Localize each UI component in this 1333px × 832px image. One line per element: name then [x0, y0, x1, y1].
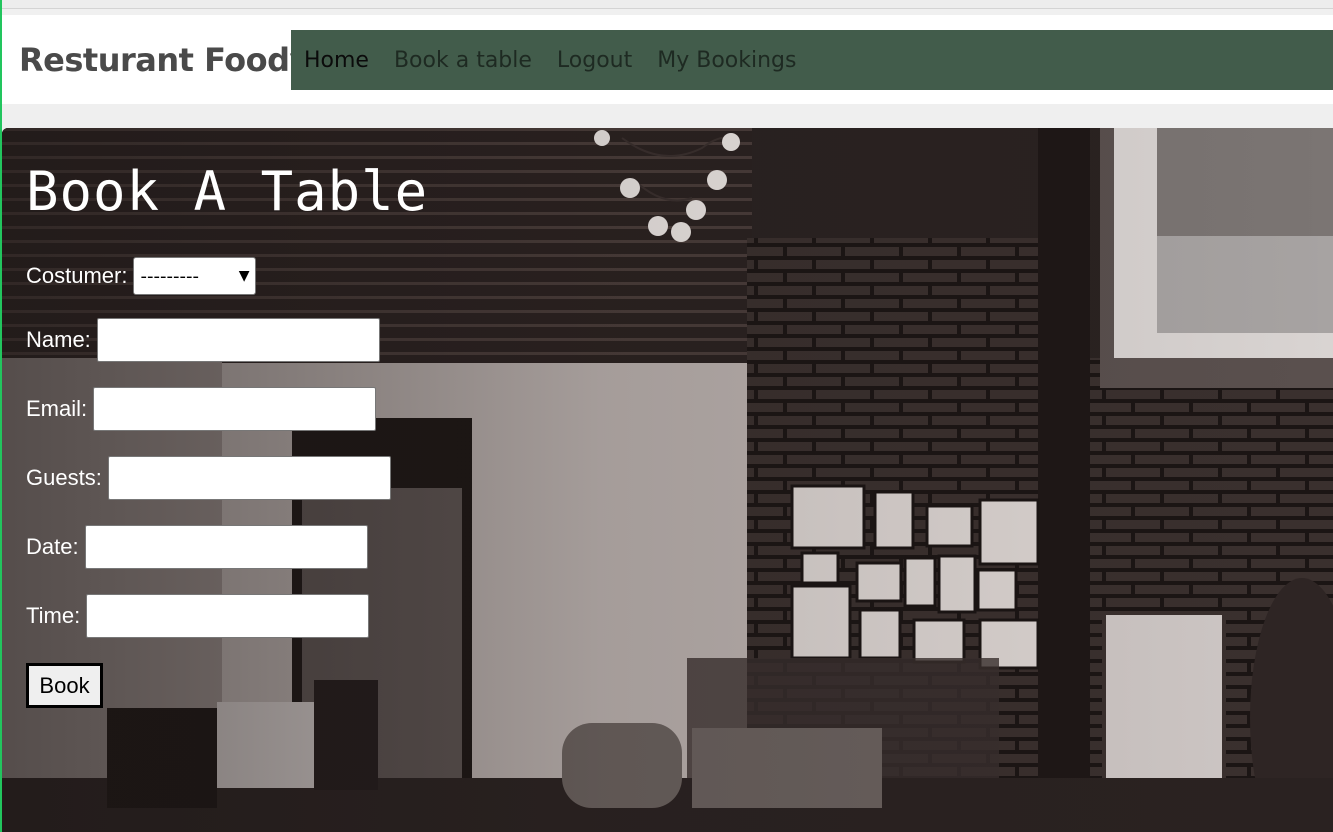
nav-book-a-table[interactable]: Book a table: [394, 48, 532, 73]
time-row: Time:: [26, 594, 370, 638]
name-row: Name:: [26, 318, 380, 362]
name-field[interactable]: [96, 318, 380, 362]
window-edge: [0, 0, 2, 832]
guests-field[interactable]: [107, 456, 391, 500]
nav-logout[interactable]: Logout: [557, 48, 632, 73]
time-label: Time:: [26, 603, 81, 628]
email-label: Email:: [26, 396, 88, 421]
book-button[interactable]: Book: [26, 663, 103, 708]
guests-row: Guests:: [26, 456, 391, 500]
customer-label: Costumer:: [26, 263, 128, 288]
customer-select[interactable]: --------- ▼: [133, 257, 257, 295]
nav-home[interactable]: Home: [304, 48, 369, 73]
email-row: Email:: [26, 387, 377, 431]
time-field[interactable]: [86, 594, 370, 638]
name-label: Name:: [26, 327, 91, 352]
chevron-down-icon: ▼: [238, 268, 250, 284]
nav-menu: Home Book a table Logout My Bookings: [291, 30, 1333, 90]
navbar: Resturant Foody Home Book a table Logout…: [2, 15, 1333, 104]
hero-section: Book A Table Costumer: --------- ▼ Name:…: [2, 128, 1333, 832]
date-label: Date:: [26, 534, 79, 559]
brand-logo[interactable]: Resturant Foody: [19, 41, 310, 79]
date-row: Date:: [26, 525, 368, 569]
guests-label: Guests:: [26, 465, 102, 490]
date-field[interactable]: [84, 525, 368, 569]
browser-top-strip: [0, 0, 1333, 9]
customer-row: Costumer: --------- ▼: [26, 257, 257, 295]
nav-my-bookings[interactable]: My Bookings: [657, 48, 796, 73]
email-field[interactable]: [93, 387, 377, 431]
page-title: Book A Table: [26, 160, 429, 223]
spacer: [0, 104, 1333, 128]
customer-select-value: ---------: [140, 265, 199, 287]
